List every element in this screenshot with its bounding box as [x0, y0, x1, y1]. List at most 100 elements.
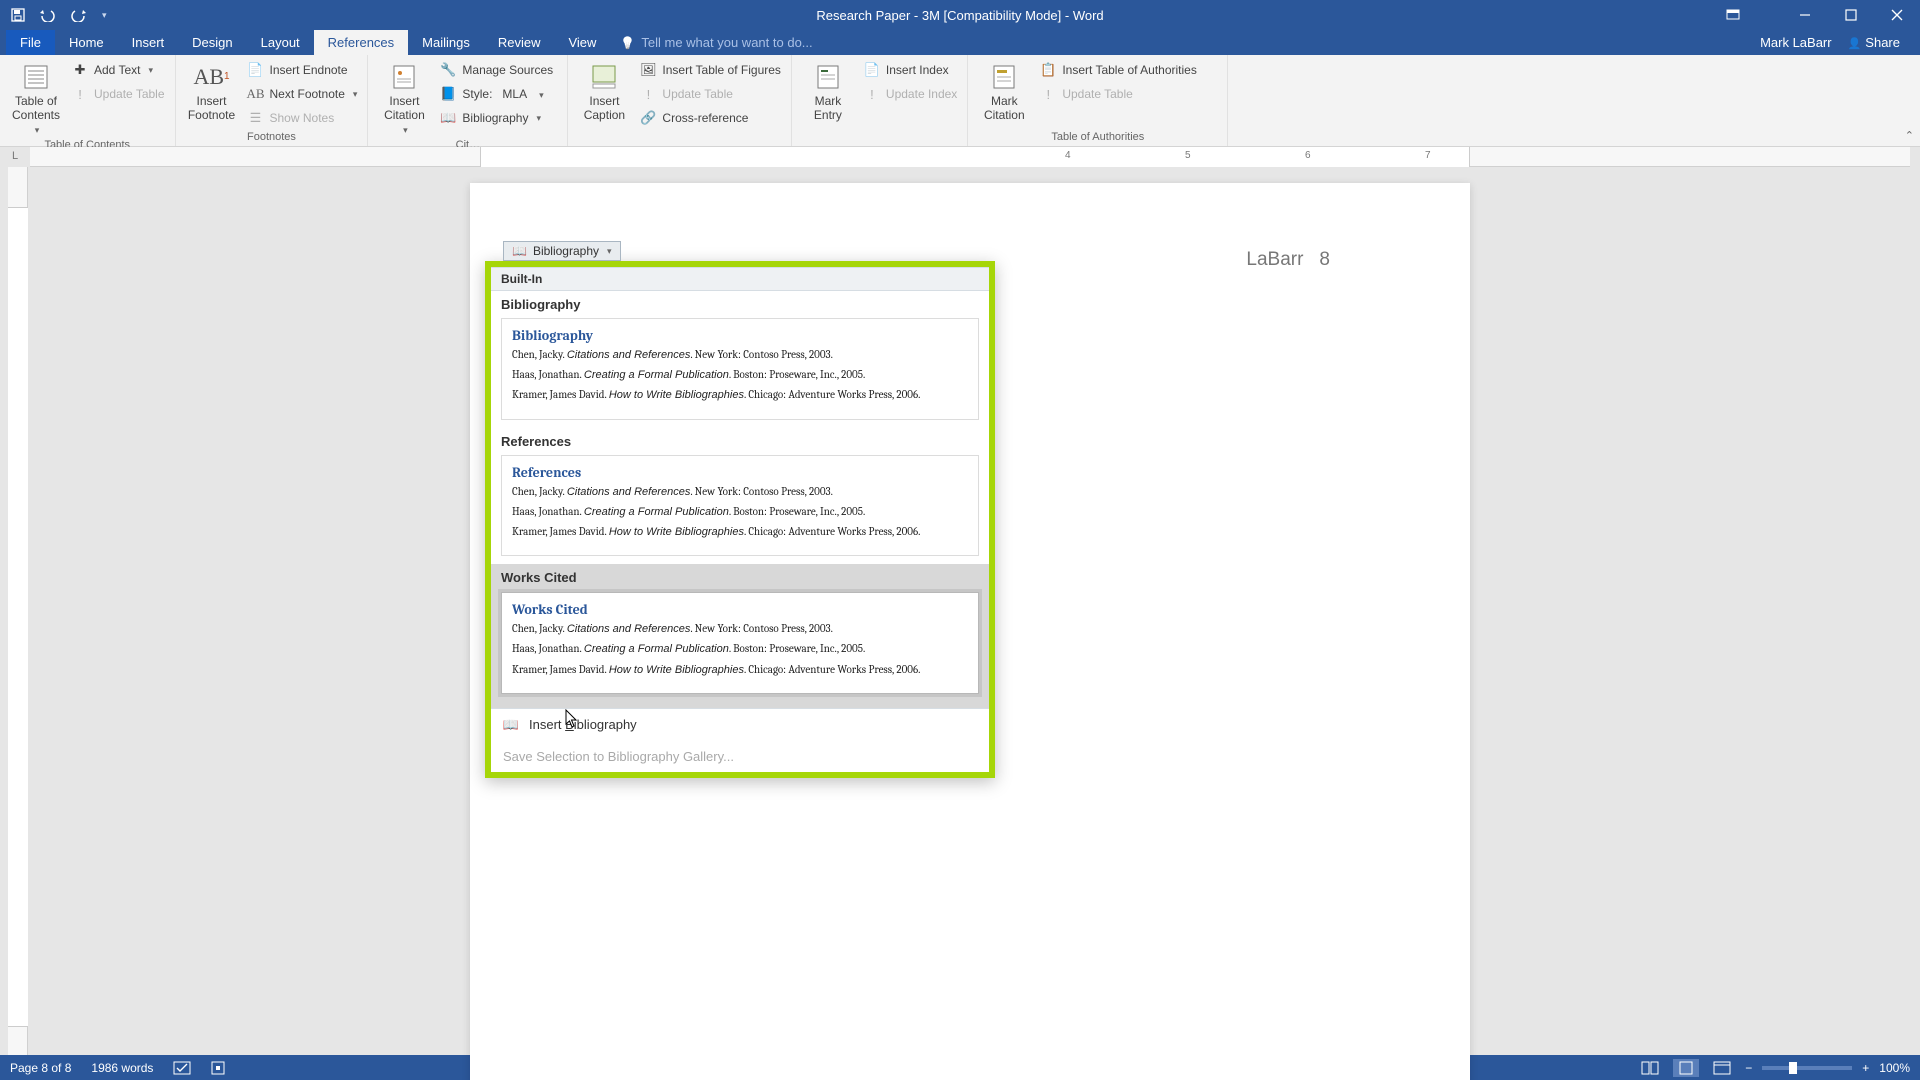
redo-icon[interactable]: [70, 8, 90, 22]
next-footnote-button[interactable]: ABNext Footnote: [244, 83, 362, 105]
show-notes-button[interactable]: ☰Show Notes: [244, 107, 362, 129]
save-icon[interactable]: [10, 7, 26, 23]
zoom-in-button[interactable]: +: [1862, 1061, 1869, 1075]
maximize-button[interactable]: [1828, 0, 1874, 30]
tab-stop-icon[interactable]: L: [12, 150, 18, 162]
caption-label: Insert Caption: [576, 95, 632, 123]
insert-toa-button[interactable]: 📋Insert Table of Authorities: [1036, 59, 1201, 81]
page-header: LaBarr 8: [1246, 249, 1330, 271]
add-text-button[interactable]: ✚Add Text: [68, 59, 169, 81]
read-mode-button[interactable]: [1637, 1059, 1663, 1077]
tell-me-input[interactable]: Tell me what you want to do...: [620, 30, 812, 55]
bibliography-gallery-button[interactable]: Bibliography: [503, 241, 621, 261]
mark-citation-button[interactable]: Mark Citation: [974, 59, 1034, 125]
cross-reference-button[interactable]: 🔗Cross-reference: [636, 107, 785, 129]
insert-caption-button[interactable]: Insert Caption: [574, 59, 634, 125]
collapse-ribbon-icon[interactable]: ⌃: [1905, 129, 1914, 142]
caption-icon: [588, 61, 620, 93]
insert-index-button[interactable]: 📄Insert Index: [860, 59, 961, 81]
citation-label: Insert Citation: [376, 95, 432, 123]
tab-home[interactable]: Home: [55, 30, 118, 55]
gallery-section-builtin: Built-In: [491, 267, 989, 291]
insert-footnote-button[interactable]: AB1 Insert Footnote: [182, 59, 242, 125]
mark-entry-button[interactable]: Mark Entry: [798, 59, 858, 125]
minimize-button[interactable]: [1782, 0, 1828, 30]
mark-entry-icon: [812, 61, 844, 93]
status-word-count[interactable]: 1986 words: [91, 1061, 153, 1075]
zoom-level[interactable]: 100%: [1879, 1061, 1910, 1075]
manage-sources-icon: 🔧: [440, 62, 456, 78]
tab-references[interactable]: References: [314, 30, 408, 55]
tab-layout[interactable]: Layout: [247, 30, 314, 55]
preview-title: Works Cited: [512, 601, 968, 618]
group-citations: Insert Citation 🔧Manage Sources 📘Style: …: [368, 55, 568, 146]
preview-title: Bibliography: [512, 327, 968, 344]
group-label: Footnotes: [182, 129, 362, 146]
tab-view[interactable]: View: [554, 30, 610, 55]
cross-ref-icon: 🔗: [640, 110, 656, 126]
gallery-item-bibliography-header: Bibliography: [491, 291, 989, 314]
zoom-out-button[interactable]: −: [1745, 1061, 1752, 1075]
group-label: [798, 141, 961, 146]
spell-check-icon[interactable]: [173, 1061, 191, 1075]
footnote-label: Insert Footnote: [184, 95, 240, 123]
table-of-contents-button[interactable]: Table of Contents: [6, 59, 66, 137]
status-page[interactable]: Page 8 of 8: [10, 1061, 71, 1075]
ribbon-display-options-icon[interactable]: [1726, 8, 1740, 22]
insert-citation-button[interactable]: Insert Citation: [374, 59, 434, 137]
insert-endnote-button[interactable]: 📄Insert Endnote: [244, 59, 362, 81]
tab-mailings[interactable]: Mailings: [408, 30, 484, 55]
share-button[interactable]: Share: [1848, 35, 1900, 50]
insert-index-icon: 📄: [864, 62, 880, 78]
tab-file[interactable]: File: [6, 30, 55, 55]
insert-table-of-figures-button[interactable]: 🖼Insert Table of Figures: [636, 59, 785, 81]
bibliography-dropdown-button[interactable]: 📖Bibliography: [436, 107, 557, 129]
gallery-item-bibliography[interactable]: Bibliography Chen, Jacky. Citations and …: [501, 318, 979, 420]
undo-icon[interactable]: [38, 8, 58, 22]
tof-icon: 🖼: [640, 62, 656, 78]
ribbon-tabs: File Home Insert Design Layout Reference…: [0, 30, 1920, 55]
tab-insert[interactable]: Insert: [118, 30, 179, 55]
update-toa-button[interactable]: !Update Table: [1036, 83, 1201, 105]
window-title: Research Paper - 3M [Compatibility Mode]…: [816, 8, 1103, 23]
group-table-of-contents: Table of Contents ✚Add Text !Update Tabl…: [0, 55, 176, 146]
insert-bibliography-menu-item[interactable]: 📖 Insert Bibliography: [491, 709, 989, 741]
qat-customize-icon[interactable]: ▾: [102, 10, 107, 21]
update-toc-button[interactable]: !Update Table: [68, 83, 169, 105]
next-footnote-icon: AB: [248, 86, 264, 102]
ribbon: Table of Contents ✚Add Text !Update Tabl…: [0, 55, 1920, 147]
style-icon: 📘: [440, 86, 456, 102]
horizontal-ruler[interactable]: 4 5 6 7: [30, 147, 1910, 167]
mark-citation-label: Mark Citation: [976, 95, 1032, 123]
window-controls: [1782, 0, 1920, 30]
preview-entries: Chen, Jacky. Citations and References. N…: [512, 348, 968, 403]
group-footnotes: AB1 Insert Footnote 📄Insert Endnote ABNe…: [176, 55, 369, 146]
toc-label: Table of Contents: [8, 95, 64, 123]
group-captions: Insert Caption 🖼Insert Table of Figures …: [568, 55, 792, 146]
manage-sources-button[interactable]: 🔧Manage Sources: [436, 59, 557, 81]
update-tof-button[interactable]: !Update Table: [636, 83, 785, 105]
vertical-ruler[interactable]: [8, 167, 28, 1055]
preview-entries: Chen, Jacky. Citations and References. N…: [512, 622, 968, 677]
tab-review[interactable]: Review: [484, 30, 555, 55]
header-author: LaBarr: [1246, 249, 1303, 271]
macro-record-icon[interactable]: [211, 1061, 225, 1075]
citation-style-dropdown[interactable]: 📘Style: MLA: [436, 83, 557, 105]
header-page-number: 8: [1319, 249, 1330, 271]
web-layout-button[interactable]: [1709, 1059, 1735, 1077]
preview-title: References: [512, 464, 968, 481]
gallery-item-references[interactable]: References Chen, Jacky. Citations and Re…: [501, 455, 979, 557]
gallery-item-works-cited[interactable]: Works Cited Chen, Jacky. Citations and R…: [501, 592, 979, 694]
show-notes-icon: ☰: [248, 110, 264, 126]
print-layout-button[interactable]: [1673, 1059, 1699, 1077]
bibliography-icon: 📖: [440, 110, 456, 126]
gallery-item-works-cited-header: Works Cited: [491, 564, 989, 587]
tab-design[interactable]: Design: [178, 30, 246, 55]
zoom-slider[interactable]: [1762, 1066, 1852, 1070]
update-index-button[interactable]: !Update Index: [860, 83, 961, 105]
signed-in-user[interactable]: Mark LaBarr: [1760, 35, 1832, 50]
mark-entry-label: Mark Entry: [800, 95, 856, 123]
endnote-icon: 📄: [248, 62, 264, 78]
close-button[interactable]: [1874, 0, 1920, 30]
bibliography-gallery: Bibliography Built-In Bibliography Bibli…: [485, 261, 995, 778]
